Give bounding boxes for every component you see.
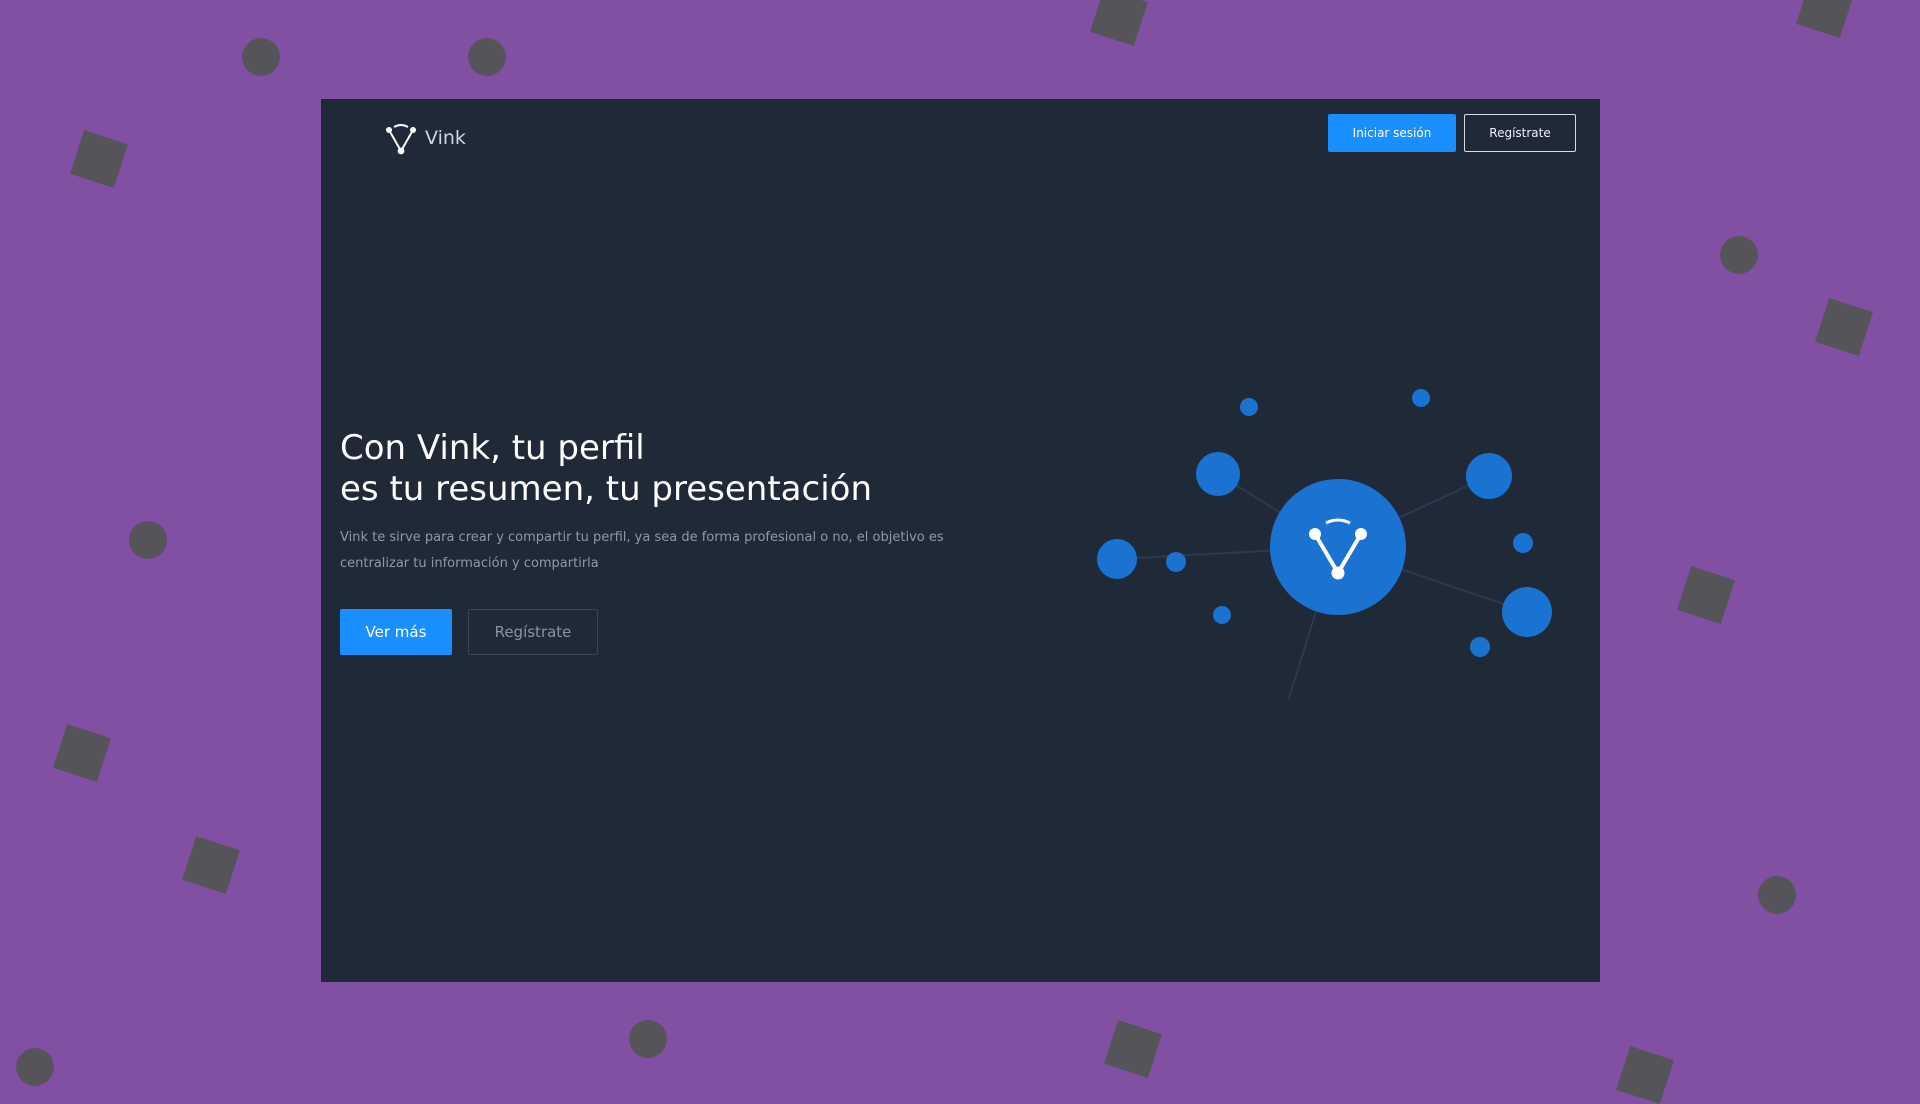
decor-square: [182, 836, 240, 894]
register-button[interactable]: Regístrate: [1464, 114, 1576, 152]
login-button[interactable]: Iniciar sesión: [1328, 114, 1456, 152]
see-more-button[interactable]: Ver más: [340, 609, 452, 655]
network-hub: [1270, 479, 1406, 615]
decor-square: [70, 130, 128, 188]
decor-circle: [242, 38, 280, 76]
network-node: [1470, 637, 1490, 657]
network-illustration: [1097, 389, 1552, 699]
network-node: [1240, 398, 1258, 416]
decor-circle: [629, 1020, 667, 1058]
network-node: [1412, 389, 1430, 407]
decor-square: [1104, 1020, 1162, 1078]
vink-logo-icon: [386, 124, 416, 155]
brand-name: Vink: [425, 127, 466, 149]
network-node: [1166, 552, 1186, 572]
decor-circle: [1720, 236, 1758, 274]
hero-title-line-2: es tu resumen, tu presentación: [340, 469, 872, 509]
brand-logo[interactable]: Vink: [383, 120, 466, 156]
decor-circle: [1758, 876, 1796, 914]
decor-square: [1090, 0, 1148, 46]
decor-square: [1616, 1046, 1674, 1104]
decor-circle: [129, 521, 167, 559]
decor-square: [1677, 566, 1735, 624]
network-node: [1196, 452, 1240, 496]
decor-circle: [468, 38, 506, 76]
hero-title-line-1: Con Vink, tu perfil: [340, 428, 645, 468]
decor-square: [1796, 0, 1854, 38]
hero-description: Vink te sirve para crear y compartir tu …: [340, 530, 944, 571]
network-node: [1097, 539, 1137, 579]
hero-title: Con Vink, tu perfil es tu resumen, tu pr…: [340, 428, 980, 510]
hero-register-button[interactable]: Regístrate: [468, 609, 598, 655]
network-node: [1502, 587, 1552, 637]
landing-page-panel: Vink Iniciar sesión Regístrate Con Vink,…: [321, 99, 1600, 982]
network-node: [1513, 533, 1533, 553]
decor-circle: [16, 1048, 54, 1086]
network-node: [1466, 453, 1512, 499]
decor-square: [1815, 298, 1873, 356]
decor-square: [53, 724, 111, 782]
network-node: [1213, 606, 1231, 624]
